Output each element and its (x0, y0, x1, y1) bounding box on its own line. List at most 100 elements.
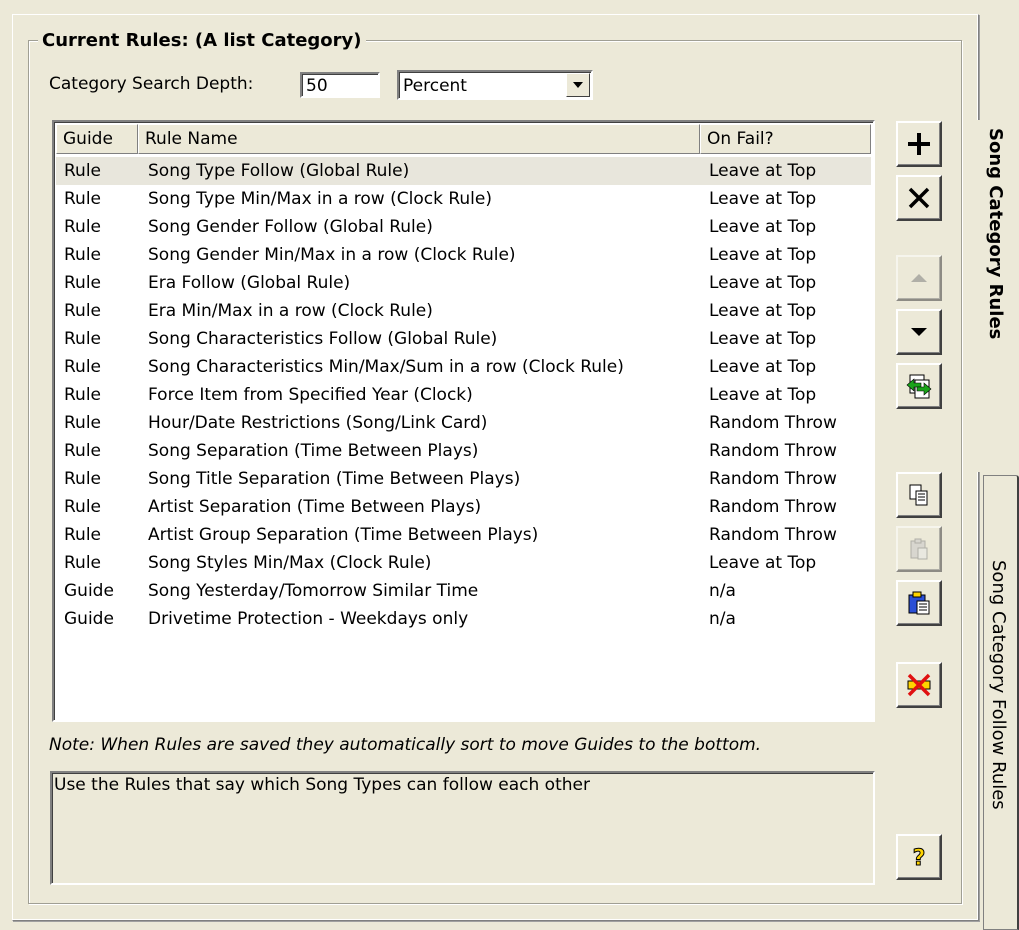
on-fail-cell: Leave at Top (709, 385, 817, 405)
table-row[interactable]: Rule Song Characteristics Min/Max/Sum in … (56, 353, 871, 381)
table-row[interactable]: Rule Artist Separation (Time Between Play… (56, 493, 871, 521)
add-rule-button[interactable] (896, 121, 942, 167)
rule-name-cell: Artist Separation (Time Between Plays) (148, 497, 482, 517)
help-button[interactable]: ? (896, 834, 942, 880)
list-rows: Rule Song Type Follow (Global Rule) Leave … (56, 157, 871, 633)
on-fail-cell: Leave at Top (709, 357, 817, 377)
table-row[interactable]: Rule Song Type Min/Max in a row (Clock Ru… (56, 185, 871, 213)
rule-name-cell: Song Styles Min/Max (Clock Rule) (148, 553, 432, 573)
table-row[interactable]: Rule Song Styles Min/Max (Clock Rule) Leav… (56, 549, 871, 577)
on-fail-cell: Random Throw (709, 525, 837, 545)
rule-name-cell: Song Gender Follow (Global Rule) (148, 217, 433, 237)
on-fail-cell: Leave at Top (709, 245, 817, 265)
tab-song-category-rules[interactable]: Song Category Rules (977, 120, 1019, 472)
paste-icon (910, 538, 928, 560)
rule-name-cell: Song Type Min/Max in a row (Clock Rule) (148, 189, 492, 209)
on-fail-cell: Leave at Top (709, 189, 817, 209)
table-row[interactable]: Rule Song Characteristics Follow (Global … (56, 325, 871, 353)
on-fail-cell: Random Throw (709, 497, 837, 517)
rule-name-cell: Hour/Date Restrictions (Song/Link Card) (148, 413, 488, 433)
table-row[interactable]: Rule Force Item from Specified Year (Cloc… (56, 381, 871, 409)
plus-icon (908, 133, 930, 155)
on-fail-cell: Leave at Top (709, 217, 817, 237)
guide-cell: Rule (64, 161, 102, 181)
table-row[interactable]: Rule Artist Group Separation (Time Betwee… (56, 521, 871, 549)
guide-cell: Rule (64, 357, 102, 377)
help-icon: ? (912, 846, 926, 871)
up-arrow-icon (911, 274, 927, 282)
rule-name-cell: Force Item from Specified Year (Clock) (148, 385, 473, 405)
swap-icon (906, 374, 932, 399)
paste-button[interactable] (896, 526, 942, 572)
column-header-guide[interactable]: Guide (56, 124, 138, 154)
list-header: Guide Rule Name On Fail? (56, 124, 871, 154)
on-fail-cell: Random Throw (709, 469, 837, 489)
table-row[interactable]: Rule Song Type Follow (Global Rule) Leave … (56, 157, 871, 185)
on-fail-cell: Random Throw (709, 413, 837, 433)
sort-note: Note: When Rules are saved they automati… (49, 735, 762, 755)
guide-cell: Rule (64, 329, 102, 349)
table-row[interactable]: Rule Hour/Date Restrictions (Song/Link Ca… (56, 409, 871, 437)
rule-name-cell: Drivetime Protection - Weekdays only (148, 609, 469, 629)
table-row[interactable]: Rule Song Gender Min/Max in a row (Clock … (56, 241, 871, 269)
on-fail-cell: Random Throw (709, 441, 837, 461)
guide-cell: Rule (64, 273, 102, 293)
column-header-rule-name[interactable]: Rule Name (138, 124, 700, 154)
copy-button[interactable] (896, 472, 942, 518)
delete-rule-button[interactable] (896, 175, 942, 221)
on-fail-cell: Leave at Top (709, 273, 817, 293)
rule-name-cell: Song Gender Min/Max in a row (Clock Rule… (148, 245, 516, 265)
on-fail-cell: n/a (709, 609, 736, 629)
rule-name-cell: Song Yesterday/Tomorrow Similar Time (148, 581, 479, 601)
rule-name-cell: Song Characteristics Follow (Global Rule… (148, 329, 498, 349)
tab-song-category-follow-rules[interactable]: Song Category Follow Rules (983, 475, 1019, 930)
on-fail-cell: Leave at Top (709, 329, 817, 349)
table-row[interactable]: Rule Era Min/Max in a row (Clock Rule) Lea… (56, 297, 871, 325)
paste-special-button[interactable] (896, 580, 942, 626)
rule-name-cell: Artist Group Separation (Time Between Pl… (148, 525, 539, 545)
group-title: Current Rules: (A list Category) (38, 30, 366, 51)
clear-icon (907, 673, 931, 697)
down-arrow-icon (911, 328, 927, 336)
guide-cell: Rule (64, 441, 102, 461)
guide-cell: Rule (64, 189, 102, 209)
clear-button[interactable] (896, 662, 942, 708)
guide-cell: Rule (64, 525, 102, 545)
copy-icon (909, 484, 928, 506)
guide-cell: Rule (64, 497, 102, 517)
rule-name-cell: Song Type Follow (Global Rule) (148, 161, 410, 181)
rule-name-cell: Song Characteristics Min/Max/Sum in a ro… (148, 357, 624, 377)
tab-label-song-category-rules: Song Category Rules (985, 128, 1006, 340)
unit-select-value: Percent (403, 76, 467, 96)
search-depth-unit-select[interactable]: Percent (397, 70, 593, 100)
move-down-button[interactable] (896, 309, 942, 355)
column-header-on-fail[interactable]: On Fail? (700, 124, 871, 154)
table-row[interactable]: Rule Song Gender Follow (Global Rule) Leav… (56, 213, 871, 241)
rule-description: Use the Rules that say which Song Types … (50, 771, 875, 885)
paste-special-icon (908, 591, 930, 615)
svg-text:?: ? (913, 846, 926, 870)
guide-cell: Rule (64, 469, 102, 489)
table-row[interactable]: Rule Song Separation (Time Between Plays)… (56, 437, 871, 465)
move-up-button[interactable] (896, 255, 942, 301)
rule-name-cell: Era Min/Max in a row (Clock Rule) (148, 301, 433, 321)
on-fail-cell: n/a (709, 581, 736, 601)
guide-cell: Rule (64, 245, 102, 265)
guide-cell: Rule (64, 553, 102, 573)
table-row[interactable]: Rule Song Title Separation (Time Between … (56, 465, 871, 493)
x-icon (908, 187, 930, 209)
on-fail-cell: Leave at Top (709, 161, 817, 181)
table-row[interactable]: Guide Song Yesterday/Tomorrow Similar Tim… (56, 577, 871, 605)
rule-name-cell: Era Follow (Global Rule) (148, 273, 351, 293)
rule-name-cell: Song Title Separation (Time Between Play… (148, 469, 521, 489)
on-fail-cell: Leave at Top (709, 553, 817, 573)
guide-cell: Guide (64, 581, 114, 601)
rule-name-cell: Song Separation (Time Between Plays) (148, 441, 479, 461)
search-depth-input[interactable]: 50 (300, 72, 380, 98)
rules-list[interactable]: Guide Rule Name On Fail? Rule Song Type F… (52, 120, 875, 722)
table-row[interactable]: Rule Era Follow (Global Rule) Leave at Top (56, 269, 871, 297)
chevron-down-icon[interactable] (566, 73, 590, 97)
swap-button[interactable] (896, 363, 942, 409)
table-row[interactable]: Guide Drivetime Protection - Weekdays onl… (56, 605, 871, 633)
guide-cell: Rule (64, 301, 102, 321)
